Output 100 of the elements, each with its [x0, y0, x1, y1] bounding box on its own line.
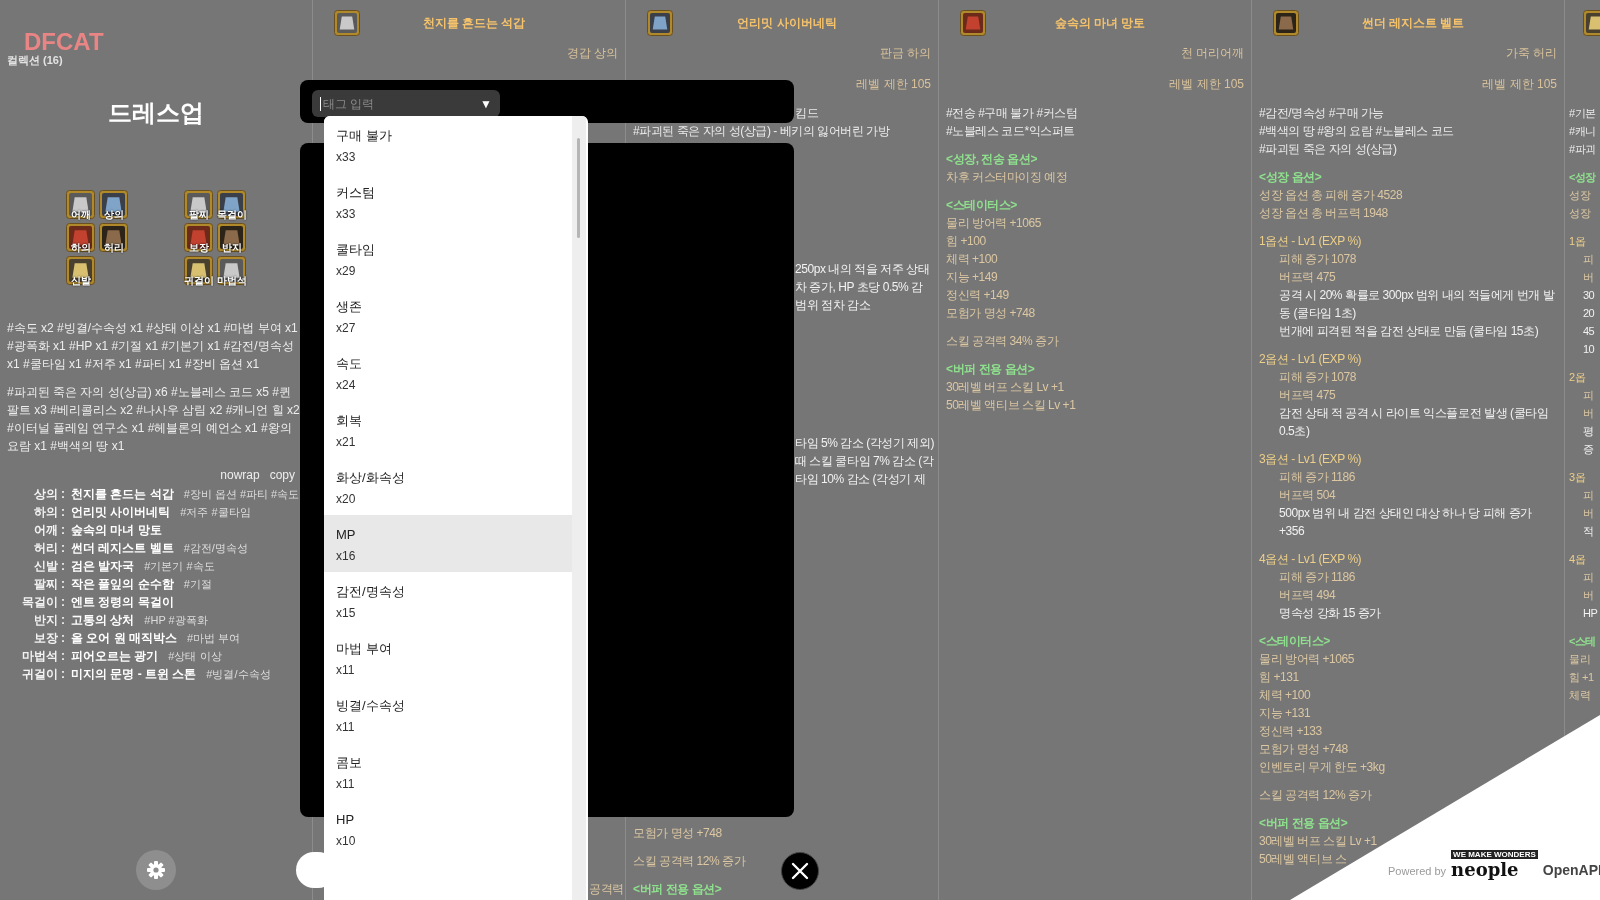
effect-text: 증 — [1583, 443, 1594, 455]
level-limit: 레벨 제한 105 — [1482, 76, 1557, 93]
item-name: 작은 풀잎의 순수함 — [71, 576, 174, 593]
section-heading: <성장 — [1569, 171, 1596, 183]
item-type: 판금 하의 — [879, 45, 931, 62]
stat-text: 물리 방어력 +1065 — [946, 216, 1041, 230]
stat-text: 스킬 공격력 34% 증가 — [946, 334, 1059, 348]
slot-label: 마법석 : — [20, 648, 65, 665]
effect-text: 500px 범위 내 감전 상태인 대상 하나 당 피해 증가 +356 — [1279, 506, 1532, 538]
item-name: 피어오르는 광기 — [71, 648, 159, 665]
option-title: 1옵션 - Lv1 (EXP %) — [1259, 234, 1362, 248]
stat-text: 50레벨 액티브 스킬 Lv +1 — [946, 398, 1076, 412]
item-tags: #빙결/수속성 — [206, 666, 271, 683]
equipment-slot[interactable]: 목걸이 — [217, 190, 246, 219]
stat-text: 버 — [1583, 507, 1594, 519]
slot-label: 팔찌 — [187, 209, 210, 220]
text-button[interactable]: copy — [269, 467, 295, 483]
brand-logo: neople — [1451, 859, 1519, 881]
collection-count: 컬렉션 (16) — [7, 54, 63, 66]
effect-text: 10 — [1583, 343, 1595, 355]
stat-text: 피 — [1583, 253, 1594, 265]
item-name: 썬더 레지스트 벨트 — [71, 540, 174, 557]
item-name: 올 오어 원 매직박스 — [71, 630, 177, 647]
stat-text: 스킬 공격력 12% 증가 — [633, 854, 746, 868]
scrollbar[interactable] — [572, 116, 586, 900]
equipment-slot[interactable]: 신발 — [66, 256, 95, 285]
item-title: 천지를 흔드는 석갑 — [421, 15, 527, 32]
item-tags: #HP #광폭화 — [144, 612, 208, 629]
slot-label: 목걸이 : — [20, 594, 65, 611]
item-title: 언리밋 사이버네틱 — [736, 15, 838, 32]
option-title: 4옵 — [1569, 553, 1586, 565]
item-icon — [66, 190, 95, 219]
equipment-slot[interactable]: 귀걸이 — [184, 256, 213, 285]
option-title: 2옵 — [1569, 371, 1586, 383]
slot-label: 신발 : — [32, 558, 65, 575]
item-title: 숲속의 마녀 망토 — [1053, 15, 1147, 32]
item-tags: #장비 옵션 #파티 #속도 — [183, 486, 300, 503]
dropdown-option[interactable]: MP x16 — [324, 515, 572, 572]
tag-text: #파괴된 죽은 자의 성(상급) - 베키의 잃어버린 가방 — [633, 124, 890, 138]
equipment-slot[interactable]: 마법석 — [217, 256, 246, 285]
effect-text: 감전 상태 적 공격 시 라이트 익스플로전 발생 (쿨타임 0.5초) — [1279, 406, 1549, 438]
item-name: 검은 발자국 — [71, 558, 135, 575]
equipment-slot[interactable]: 팔찌 — [184, 190, 213, 219]
effect-text: 때 스킬 쿨타임 7% 감소 (각 — [795, 454, 934, 468]
section-heading: <성장, 전송 옵션> — [946, 152, 1038, 166]
tag-text: #감전/명속성 #구매 가능 — [1259, 106, 1385, 120]
stat-text: 체력 +100 — [1259, 688, 1311, 702]
stat-text: 스킬 공격력 12% 증가 — [1259, 788, 1372, 802]
equipment-slot[interactable]: 하의 — [66, 223, 95, 252]
stat-text: 모험가 명성 +748 — [1259, 742, 1348, 756]
equipment-slot[interactable]: 어깨 — [66, 190, 95, 219]
close-button[interactable] — [781, 852, 819, 890]
slot-label: 목걸이 — [217, 209, 246, 220]
stat-text: 물리 — [1569, 653, 1590, 665]
stat-text: 모험가 명성 +748 — [633, 826, 722, 840]
section-heading: <성장 옵션> — [1259, 170, 1322, 184]
item-icon — [66, 256, 95, 285]
stat-text: 버프력 475 — [1279, 388, 1336, 402]
option-title: 3옵션 - Lv1 (EXP %) — [1259, 452, 1362, 466]
stat-text: 피해 증가 1078 — [1279, 370, 1356, 384]
stat-text: 물리 방어력 +1065 — [1259, 652, 1354, 666]
section-heading: <버퍼 전용 옵션> — [946, 362, 1035, 376]
item-name: 언리밋 사이버네틱 — [71, 504, 171, 521]
tag-text: #기본 — [1569, 107, 1596, 119]
tag-input[interactable]: 태그 입력 ▼ — [312, 90, 500, 117]
effect-text: 평 — [1583, 425, 1594, 437]
stat-text: 버 — [1583, 407, 1594, 419]
section-heading: <스테 — [1569, 635, 1596, 647]
stat-text: 피 — [1583, 489, 1594, 501]
stat-text: 공격력 — [589, 882, 624, 896]
stat-text: 지능 +149 — [946, 270, 998, 284]
slot-label: 보장 : — [32, 630, 65, 647]
item-name: 천지를 흔드는 석갑 — [71, 486, 174, 503]
tag-text: #노블레스 코드*익스퍼트 — [946, 124, 1075, 138]
stat-text: 피해 증가 1078 — [1279, 252, 1356, 266]
text-button[interactable]: nowrap — [220, 467, 260, 483]
effect-text: 타임 5% 감소 (각성기 제외) — [795, 436, 935, 450]
slot-label: 팔찌 : — [32, 576, 65, 593]
item-tags: #기본기 #속도 — [144, 558, 215, 575]
effect-text: 차 증가, HP 초당 0.5% 감 — [795, 280, 923, 294]
slot-label: 어깨 : — [32, 522, 65, 539]
stat-text: 정신력 +133 — [1259, 724, 1322, 738]
section-heading: <스테이터스> — [1259, 634, 1330, 648]
item-type: 가죽 허리 — [1505, 45, 1557, 62]
effect-text: 45 — [1583, 325, 1595, 337]
option-title: 4옵션 - Lv1 (EXP %) — [1259, 552, 1362, 566]
logo: DFCAT — [23, 27, 104, 54]
settings-button[interactable] — [136, 850, 176, 890]
item-tags: #기절 — [183, 576, 212, 593]
item-icon — [184, 190, 213, 219]
slot-label: 상의 : — [32, 486, 65, 503]
tag-text: #전송 #구매 불가 #커스텀 — [946, 106, 1078, 120]
equipment-slot[interactable]: 보장 — [184, 223, 213, 252]
tag-summary: #파괴된 죽은 자의 성(상급) x6 #노블레스 코드 x5 #퀸 팔트 x3 #베리콜리스 x2 #나사우 삼림 x2 #캐니언 힐 x2 #이터널 플레임 연구소 x1 #헤블론의 예언소 x1 #왕의 요람 x1 #백색의 땅 x1 — [7, 384, 301, 455]
stat-text: 성장 — [1569, 207, 1590, 219]
slot-label: 하의 — [69, 242, 92, 253]
stat-text: 힘 +131 — [1259, 670, 1299, 684]
stat-text: 버 — [1583, 271, 1594, 283]
effect-text: 20 — [1583, 307, 1595, 319]
tag-text: #캐니 — [1569, 125, 1596, 137]
